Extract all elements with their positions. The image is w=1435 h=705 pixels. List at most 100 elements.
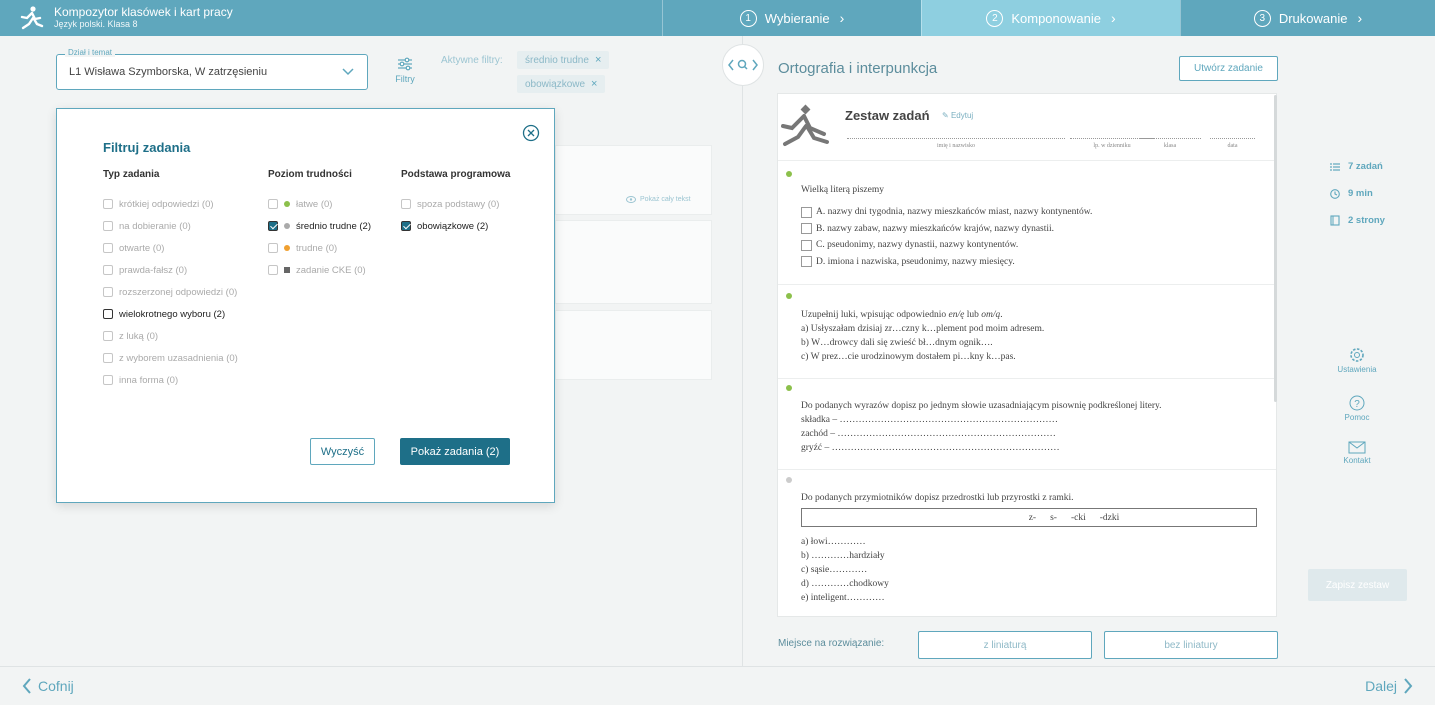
separator xyxy=(778,378,1276,379)
panel-toggle-button[interactable] xyxy=(722,44,764,86)
runner-logo-icon xyxy=(780,104,830,153)
easy-dot-icon xyxy=(786,385,792,391)
checkbox[interactable] xyxy=(401,199,411,209)
close-icon[interactable] xyxy=(522,124,540,142)
checkbox[interactable] xyxy=(268,221,278,231)
answer-checkbox[interactable] xyxy=(801,256,812,268)
checkbox[interactable] xyxy=(401,221,411,231)
step-wybieranie[interactable]: 1 Wybieranie › xyxy=(662,0,921,36)
answer-option[interactable]: A. nazwy dni tygodnia, nazwy mieszkańców… xyxy=(801,204,1092,221)
save-set-button[interactable]: Zapisz zestaw xyxy=(1308,569,1407,601)
step-komponowanie[interactable]: 2 Komponowanie › xyxy=(921,0,1180,36)
checkbox[interactable] xyxy=(103,353,113,363)
column-heading: Poziom trudności xyxy=(268,169,352,180)
unlined-option-button[interactable]: bez liniatury xyxy=(1104,631,1278,659)
task-line: d) …………chodkowy xyxy=(801,579,889,589)
back-label: Cofnij xyxy=(38,678,74,694)
sheet-scrollbar[interactable] xyxy=(1274,95,1277,402)
task-card[interactable] xyxy=(555,310,712,380)
task-3[interactable]: Do podanych wyrazów dopisz po jednym sło… xyxy=(801,399,1162,455)
checkbox[interactable] xyxy=(103,221,113,231)
brand[interactable]: Kompozytor klasówek i kart pracy Język p… xyxy=(18,4,233,32)
task-card[interactable] xyxy=(555,145,712,215)
checkbox[interactable] xyxy=(268,243,278,253)
edit-title-link[interactable]: ✎ Edytuj xyxy=(942,111,973,120)
filter-option[interactable]: otwarte (0) xyxy=(103,237,238,259)
time-stat: 9 min xyxy=(1330,188,1373,199)
task-4[interactable]: Do podanych przymiotników dopisz przedro… xyxy=(801,491,1257,605)
remove-chip-icon[interactable]: × xyxy=(595,54,601,66)
app-subtitle: Język polski. Klasa 8 xyxy=(54,18,138,29)
answer-checkbox[interactable] xyxy=(801,239,812,251)
task-line: e) inteligent………… xyxy=(801,593,885,603)
task-line: b) …………hardziały xyxy=(801,551,885,561)
task-card[interactable] xyxy=(555,220,712,304)
filter-option[interactable]: zadanie CKE (0) xyxy=(268,259,371,281)
checkbox[interactable] xyxy=(268,199,278,209)
option-label: spoza podstawy (0) xyxy=(417,198,500,210)
filters-label: Filtry xyxy=(395,74,415,84)
next-button[interactable]: Dalej xyxy=(1365,678,1413,694)
step-number: 3 xyxy=(1253,9,1271,27)
help-link[interactable]: ? Pomoc xyxy=(1335,395,1379,422)
option-label: krótkiej odpowiedzi (0) xyxy=(119,198,214,210)
answer-checkbox[interactable] xyxy=(801,223,812,235)
contact-link[interactable]: Kontakt xyxy=(1335,441,1379,465)
filter-option[interactable]: prawda-fałsz (0) xyxy=(103,259,238,281)
answer-option[interactable]: C. pseudonimy, nazwy dynastii, nazwy kon… xyxy=(801,237,1092,254)
checkbox[interactable] xyxy=(103,375,113,385)
checkbox[interactable] xyxy=(103,265,113,275)
field-date: data xyxy=(1210,138,1255,149)
filter-chip[interactable]: średnio trudne × xyxy=(517,51,610,69)
step-drukowanie[interactable]: 3 Drukowanie › xyxy=(1180,0,1435,36)
filters-button[interactable]: Filtry xyxy=(390,57,420,84)
show-tasks-button[interactable]: Pokaż zadania (2) xyxy=(400,438,510,465)
clear-button[interactable]: Wyczyść xyxy=(310,438,375,465)
answer-option[interactable]: D. imiona i nazwiska, pseudonimy, nazwy … xyxy=(801,254,1092,271)
filter-option[interactable]: wielokrotnego wyboru (2) xyxy=(103,303,238,325)
filter-option[interactable]: obowiązkowe (2) xyxy=(401,215,510,237)
filter-chip[interactable]: obowiązkowe × xyxy=(517,75,606,93)
filter-option[interactable]: z luką (0) xyxy=(103,325,238,347)
checkbox[interactable] xyxy=(103,287,113,297)
lined-option-button[interactable]: z liniaturą xyxy=(918,631,1092,659)
remove-chip-icon[interactable]: × xyxy=(591,78,597,90)
checkbox[interactable] xyxy=(103,309,113,319)
task-question: Do podanych wyrazów dopisz po jednym sło… xyxy=(801,401,1162,411)
option-label: trudne (0) xyxy=(296,242,338,254)
filter-option[interactable]: krótkiej odpowiedzi (0) xyxy=(103,193,238,215)
back-button[interactable]: Cofnij xyxy=(22,678,74,694)
show-full-text-link[interactable]: Pokaż cały tekst xyxy=(626,196,691,203)
checkbox[interactable] xyxy=(103,331,113,341)
question-part: en/ę xyxy=(948,310,965,320)
answer-option[interactable]: B. nazwy zabaw, nazwy mieszkańców krajów… xyxy=(801,221,1092,238)
column-heading: Podstawa programowa xyxy=(401,169,511,180)
create-task-button[interactable]: Utwórz zadanie xyxy=(1179,56,1278,81)
filter-option[interactable]: spoza podstawy (0) xyxy=(401,193,510,215)
task-1[interactable]: Wielką literą piszemy A. nazwy dni tygod… xyxy=(801,185,1092,270)
solution-space-label: Miejsce na rozwiązanie: xyxy=(778,638,885,649)
easy-dot-icon xyxy=(786,171,792,177)
task-line: a) łowi………… xyxy=(801,537,866,547)
modal-title: Filtruj zadania xyxy=(103,140,191,155)
page-icon xyxy=(1330,215,1340,226)
section-title: Ortografia i interpunkcja xyxy=(778,60,938,77)
filter-option[interactable]: z wyborem uzasadnienia (0) xyxy=(103,347,238,369)
filter-option[interactable]: trudne (0) xyxy=(268,237,371,259)
show-full-text-label: Pokaż cały tekst xyxy=(640,196,691,203)
filter-option[interactable]: na dobieranie (0) xyxy=(103,215,238,237)
svg-text:?: ? xyxy=(1354,399,1360,410)
checkbox[interactable] xyxy=(268,265,278,275)
filter-option[interactable]: łatwe (0) xyxy=(268,193,371,215)
filter-option[interactable]: średnio trudne (2) xyxy=(268,215,371,237)
checkbox[interactable] xyxy=(103,199,113,209)
filter-option[interactable]: inna forma (0) xyxy=(103,369,238,391)
filter-option[interactable]: rozszerzonej odpowiedzi (0) xyxy=(103,281,238,303)
separator xyxy=(778,284,1276,285)
dzial-select[interactable]: Dział i temat L1 Wisława Szymborska, W z… xyxy=(56,48,368,90)
checkbox[interactable] xyxy=(103,243,113,253)
settings-link[interactable]: Ustawienia xyxy=(1335,347,1379,374)
answer-checkbox[interactable] xyxy=(801,206,812,218)
task-2[interactable]: Uzupełnij luki, wpisując odpowiednio en/… xyxy=(801,308,1044,364)
gear-icon xyxy=(1350,348,1364,362)
